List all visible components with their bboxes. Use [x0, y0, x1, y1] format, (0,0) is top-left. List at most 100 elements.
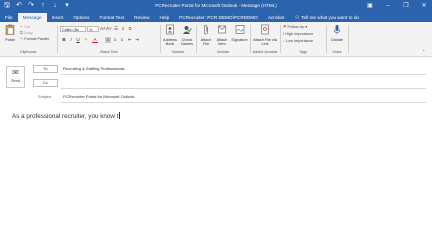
- tab-options[interactable]: Options: [68, 13, 94, 22]
- down-arrow-icon: ↓: [283, 39, 285, 43]
- to-field-underline: [61, 74, 426, 75]
- signature-icon: [235, 25, 244, 34]
- close-icon[interactable]: ✕: [420, 1, 428, 11]
- decrease-indent-icon[interactable]: ⇤: [127, 37, 133, 43]
- microphone-icon: [334, 25, 340, 35]
- attach-item-label: Attach Item: [216, 37, 228, 47]
- dictate-label: Dictate: [331, 37, 343, 42]
- high-importance-label: High Importance: [285, 32, 314, 36]
- highlight-icon[interactable]: ✎: [83, 37, 89, 43]
- address-book-button[interactable]: Address Book: [162, 24, 178, 47]
- window-controls: ▣ – ❐ ✕: [366, 1, 428, 11]
- align-left-icon[interactable]: ≡: [105, 37, 111, 43]
- flag-icon: ⚑: [283, 25, 287, 29]
- restore-icon[interactable]: ❐: [402, 1, 410, 11]
- low-importance-label: Low Importance: [285, 39, 313, 43]
- paintbrush-icon: ✎: [20, 37, 24, 41]
- tags-group: ⚑ Follow Up ▾ ! High Importance ↓ Low Im…: [281, 22, 325, 56]
- copy-button[interactable]: ⧉ Copy: [20, 31, 33, 36]
- address-book-icon: [166, 24, 174, 35]
- signature-label: Signature: [231, 37, 248, 42]
- tab-format-text[interactable]: Format Text: [94, 13, 129, 22]
- tell-me-text: Tell me what you want to do: [301, 15, 360, 20]
- increase-indent-icon[interactable]: ⇥: [134, 37, 140, 43]
- to-field[interactable]: Recruiting & Staffing Professionals: [63, 66, 125, 72]
- lightbulb-icon: ☉: [294, 15, 300, 20]
- clipboard-group-label: Clipboard: [19, 50, 37, 54]
- font-size-box[interactable]: 11: [87, 26, 99, 32]
- signature-button[interactable]: Signature: [230, 24, 249, 42]
- adobe-acrobat-group-label: Adobe Acrobat: [252, 50, 278, 54]
- include-group: Attach File Attach Item Signature Includ…: [197, 22, 249, 56]
- align-center-icon[interactable]: ≡: [112, 37, 118, 43]
- group-separator: [57, 25, 58, 53]
- ribbon-tabs: File Message Insert Options Format Text …: [0, 12, 432, 22]
- format-painter-label: Format Painter: [24, 37, 50, 41]
- voice-group: Dictate Voice: [327, 22, 347, 56]
- include-group-label: Include: [216, 50, 230, 54]
- bullets-icon[interactable]: ☰: [113, 26, 119, 32]
- underline-button[interactable]: U: [75, 37, 81, 43]
- paperclip-icon: [204, 24, 208, 35]
- check-names-label: Check Names: [180, 37, 194, 47]
- attach-file-button[interactable]: Attach File: [198, 24, 214, 47]
- acrobat-attach-icon: [261, 24, 269, 35]
- subject-field-underline: [61, 102, 426, 103]
- collapse-ribbon-icon[interactable]: ⌃: [422, 49, 425, 54]
- font-name-box[interactable]: Calibri (Bo: [60, 26, 86, 32]
- tab-insert[interactable]: Insert: [47, 13, 69, 22]
- message-body[interactable]: As a professional recruiter, you know t: [12, 112, 120, 121]
- align-right-icon[interactable]: ≡: [119, 37, 125, 43]
- tab-file[interactable]: File: [0, 13, 18, 22]
- subject-label: Subject: [38, 94, 52, 99]
- names-group-label: Names: [171, 50, 185, 54]
- send-icon: ✉: [12, 68, 19, 77]
- attach-file-label: Attach File: [200, 37, 212, 47]
- address-book-label: Address Book: [163, 37, 177, 47]
- clipboard-group: Paste ✂ Cut ⧉ Copy ✎ Format Painter Clip…: [0, 22, 56, 56]
- message-body-text: As a professional recruiter, you know t: [12, 113, 119, 120]
- attach-item-button[interactable]: Attach Item: [214, 24, 230, 47]
- subject-field[interactable]: PCRecruiter Portal for Microsoft Outlook: [63, 94, 134, 100]
- tab-review[interactable]: Review: [129, 13, 154, 22]
- tab-acrobat[interactable]: Acrobat: [263, 13, 289, 22]
- attach-via-link-button[interactable]: Attach File via Link: [253, 24, 277, 47]
- basic-text-group: Calibri (Bo 11 A˄ A˅ ☰ ≡ ⦸ B I U ✎ A ≡ ≡…: [59, 22, 159, 56]
- send-button[interactable]: ✉ Send: [6, 66, 25, 88]
- send-label: Send: [11, 79, 20, 83]
- follow-up-label: Follow Up: [287, 25, 305, 29]
- tell-me-search[interactable]: ☉ Tell me what you want to do: [289, 13, 359, 22]
- dictate-button[interactable]: Dictate: [328, 24, 346, 42]
- bold-button[interactable]: B: [61, 37, 67, 43]
- numbering-icon[interactable]: ≡: [120, 26, 126, 32]
- to-button[interactable]: To: [33, 65, 58, 73]
- adobe-acrobat-group: Attach File via Link Adobe Acrobat: [251, 22, 279, 56]
- text-cursor: [118, 112, 120, 119]
- cut-label: Cut: [24, 25, 31, 29]
- minimize-icon[interactable]: –: [384, 1, 392, 11]
- low-importance-button[interactable]: ↓ Low Importance: [283, 39, 313, 44]
- check-names-icon: [183, 26, 192, 34]
- ribbon-display-icon[interactable]: ▣: [366, 1, 374, 11]
- tab-message[interactable]: Message: [17, 13, 47, 22]
- clear-formatting-icon[interactable]: ⦸: [127, 26, 133, 32]
- names-group: Address Book Check Names Names: [161, 22, 195, 56]
- cc-field-underline: [61, 88, 426, 89]
- font-color-button[interactable]: A: [92, 37, 98, 43]
- title-bar: 🖫 ↶ ↷ ↑ ↓ ▾ PCRecruiter Portal for Micro…: [0, 0, 432, 12]
- clipboard-icon: [5, 24, 15, 35]
- cc-button[interactable]: Cc: [33, 79, 58, 87]
- attach-item-icon: [218, 25, 226, 34]
- follow-up-button[interactable]: ⚑ Follow Up ▾: [283, 25, 307, 30]
- format-painter-button[interactable]: ✎ Format Painter: [20, 37, 49, 42]
- high-importance-button[interactable]: ! High Importance: [283, 32, 313, 37]
- italic-button[interactable]: I: [68, 37, 74, 43]
- basic-text-group-label: Basic Text: [100, 50, 118, 54]
- cut-button[interactable]: ✂ Cut: [20, 25, 30, 30]
- tab-pcrecruiter[interactable]: PCRecruiter: PCR DEMO\PCRDEMO: [174, 13, 263, 22]
- attach-via-link-label: Attach File via Link: [253, 37, 277, 47]
- tab-help[interactable]: Help: [155, 13, 175, 22]
- shrink-font-icon[interactable]: A˅: [106, 26, 112, 32]
- paste-button[interactable]: Paste: [2, 24, 18, 42]
- check-names-button[interactable]: Check Names: [179, 24, 195, 47]
